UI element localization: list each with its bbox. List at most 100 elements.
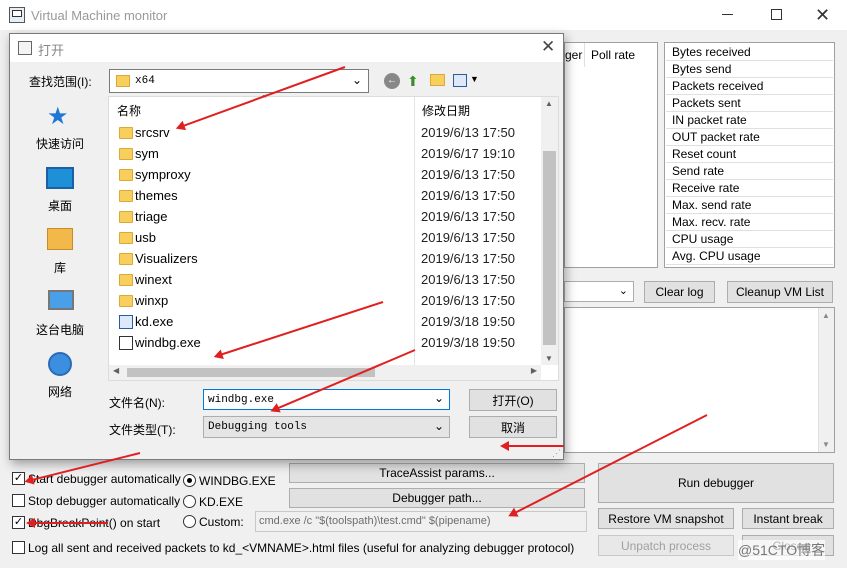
log-all-label: Log all sent and received packets to kd_… <box>28 541 575 555</box>
filetype-label: 文件类型(T): <box>109 423 176 437</box>
dialog-close-icon[interactable]: ✕ <box>541 37 555 57</box>
log-area[interactable]: ▲ ▼ <box>564 307 835 453</box>
chevron-down-icon: ⌄ <box>351 73 362 87</box>
open-file-dialog: 打开 ✕ 查找范围(I): x64 ⌄ ← ⬆ ▼ ★ 快速访问 桌面 库 这台… <box>9 33 564 460</box>
list-item[interactable]: symproxy 2019/6/13 17:50 <box>109 165 542 186</box>
folder-icon <box>119 295 133 307</box>
hscroll-thumb[interactable] <box>127 368 375 377</box>
stat-item: Max. send rate <box>666 197 833 214</box>
custom-command-field[interactable]: cmd.exe /c "$(toolspath)\test.cmd" $(pip… <box>255 511 587 532</box>
look-in-value: x64 <box>135 75 155 87</box>
dialog-icon <box>18 41 32 55</box>
folder-icon <box>119 127 133 139</box>
list-item[interactable]: Visualizers 2019/6/13 17:50 <box>109 249 542 270</box>
quick-access-icon[interactable]: ★ <box>47 102 69 131</box>
stop-auto-checkbox[interactable] <box>12 494 25 507</box>
stat-item: Bytes send <box>666 61 833 78</box>
resize-grip-icon[interactable]: ⋰ <box>552 448 561 459</box>
annotation-arrow <box>28 522 108 524</box>
stat-item: OUT packet rate <box>666 129 833 146</box>
list-item[interactable]: kd.exe 2019/3/18 19:50 <box>109 312 542 333</box>
this-pc-icon[interactable] <box>48 290 74 310</box>
place-quick-access[interactable]: 快速访问 <box>28 135 92 152</box>
chevron-down-icon: ⌄ <box>433 419 444 433</box>
chevron-down-icon: ⌄ <box>618 285 628 297</box>
place-network[interactable]: 网络 <box>28 383 92 400</box>
file-name: srcsrv <box>135 125 170 140</box>
filetype-select[interactable]: Debugging tools ⌄ <box>203 416 450 438</box>
instant-break-button[interactable]: Instant break <box>742 508 834 529</box>
stat-item: Packets sent <box>666 95 833 112</box>
filename-input[interactable]: windbg.exe ⌄ <box>203 389 450 410</box>
vm-select[interactable]: ⌄ <box>564 281 634 302</box>
file-date: 2019/6/17 19:10 <box>421 146 515 161</box>
close-icon[interactable]: ✕ <box>815 5 830 26</box>
maximize-icon[interactable] <box>771 9 782 20</box>
restore-vm-snapshot-button[interactable]: Restore VM snapshot <box>598 508 734 529</box>
view-menu-icon[interactable]: ▼ <box>453 73 479 89</box>
kd-radio[interactable] <box>183 495 196 508</box>
column-header-1[interactable]: ger <box>565 43 585 67</box>
file-name: triage <box>135 209 168 224</box>
file-name: symproxy <box>135 167 191 182</box>
file-date: 2019/6/13 17:50 <box>421 272 515 287</box>
cleanup-vm-list-button[interactable]: Cleanup VM List <box>727 281 833 303</box>
list-item[interactable]: usb 2019/6/13 17:50 <box>109 228 542 249</box>
desktop-icon[interactable] <box>46 167 74 189</box>
cancel-button[interactable]: 取消 <box>469 416 557 438</box>
traceassist-params-button[interactable]: TraceAssist params... <box>289 463 585 483</box>
back-icon[interactable]: ← <box>384 73 400 89</box>
open-button[interactable]: 打开(O) <box>469 389 557 411</box>
unpatch-process-button[interactable]: Unpatch process <box>598 535 734 556</box>
folder-icon <box>119 232 133 244</box>
log-scrollbar[interactable]: ▲ ▼ <box>818 308 834 452</box>
stat-item: Avg. CPU usage <box>666 248 833 265</box>
custom-radio[interactable] <box>183 515 196 528</box>
stat-item: Max. recv. rate <box>666 214 833 231</box>
list-item[interactable]: themes 2019/6/13 17:50 <box>109 186 542 207</box>
stat-item: Reset count <box>666 146 833 163</box>
dbgbreak-checkbox[interactable]: ✓ <box>12 516 25 529</box>
file-date: 2019/3/18 19:50 <box>421 335 515 350</box>
column-header-poll-rate[interactable]: Poll rate <box>591 43 657 67</box>
filetype-value: Debugging tools <box>208 421 308 433</box>
column-header-date[interactable]: 修改日期 <box>422 102 470 119</box>
kd-radio-label: KD.EXE <box>199 495 244 509</box>
clear-log-button[interactable]: Clear log <box>644 281 715 303</box>
list-item[interactable]: windbg.exe 2019/3/18 19:50 <box>109 333 542 354</box>
column-header-name[interactable]: 名称 <box>117 102 141 119</box>
folder-icon <box>119 211 133 223</box>
list-item[interactable]: sym 2019/6/17 19:10 <box>109 144 542 165</box>
place-desktop[interactable]: 桌面 <box>28 197 92 214</box>
place-this-pc[interactable]: 这台电脑 <box>28 321 92 338</box>
minimize-icon[interactable] <box>722 14 733 15</box>
log-all-checkbox[interactable] <box>12 541 25 554</box>
list-item[interactable]: triage 2019/6/13 17:50 <box>109 207 542 228</box>
library-icon[interactable] <box>47 228 73 250</box>
list-item[interactable]: winext 2019/6/13 17:50 <box>109 270 542 291</box>
file-date: 2019/6/13 17:50 <box>421 230 515 245</box>
chevron-down-icon: ⌄ <box>433 391 444 405</box>
folder-icon <box>116 75 130 87</box>
file-date: 2019/3/18 19:50 <box>421 314 515 329</box>
file-name: Visualizers <box>135 251 198 266</box>
filename-value: windbg.exe <box>208 394 275 406</box>
network-icon[interactable] <box>48 352 72 376</box>
custom-radio-label: Custom: <box>199 515 244 529</box>
window-title: Virtual Machine monitor <box>31 8 168 23</box>
vscroll-thumb[interactable] <box>543 151 556 345</box>
list-item[interactable]: srcsrv 2019/6/13 17:50 <box>109 123 542 144</box>
watermark: @51CTO博客 <box>738 540 826 560</box>
windbg-radio[interactable] <box>183 474 196 487</box>
file-date: 2019/6/13 17:50 <box>421 251 515 266</box>
file-date: 2019/6/13 17:50 <box>421 167 515 182</box>
list-item[interactable]: winxp 2019/6/13 17:50 <box>109 291 542 312</box>
place-library[interactable]: 库 <box>28 259 92 276</box>
run-debugger-button[interactable]: Run debugger <box>598 463 834 503</box>
file-list-vscroll[interactable]: ▲ ▼ <box>541 97 558 365</box>
vm-list[interactable]: ger Poll rate <box>564 42 658 268</box>
up-folder-icon[interactable]: ⬆ <box>407 73 423 89</box>
new-folder-icon[interactable] <box>430 74 445 86</box>
file-list-hscroll[interactable]: ◀ ▶ <box>109 365 541 380</box>
app-icon <box>9 7 25 23</box>
